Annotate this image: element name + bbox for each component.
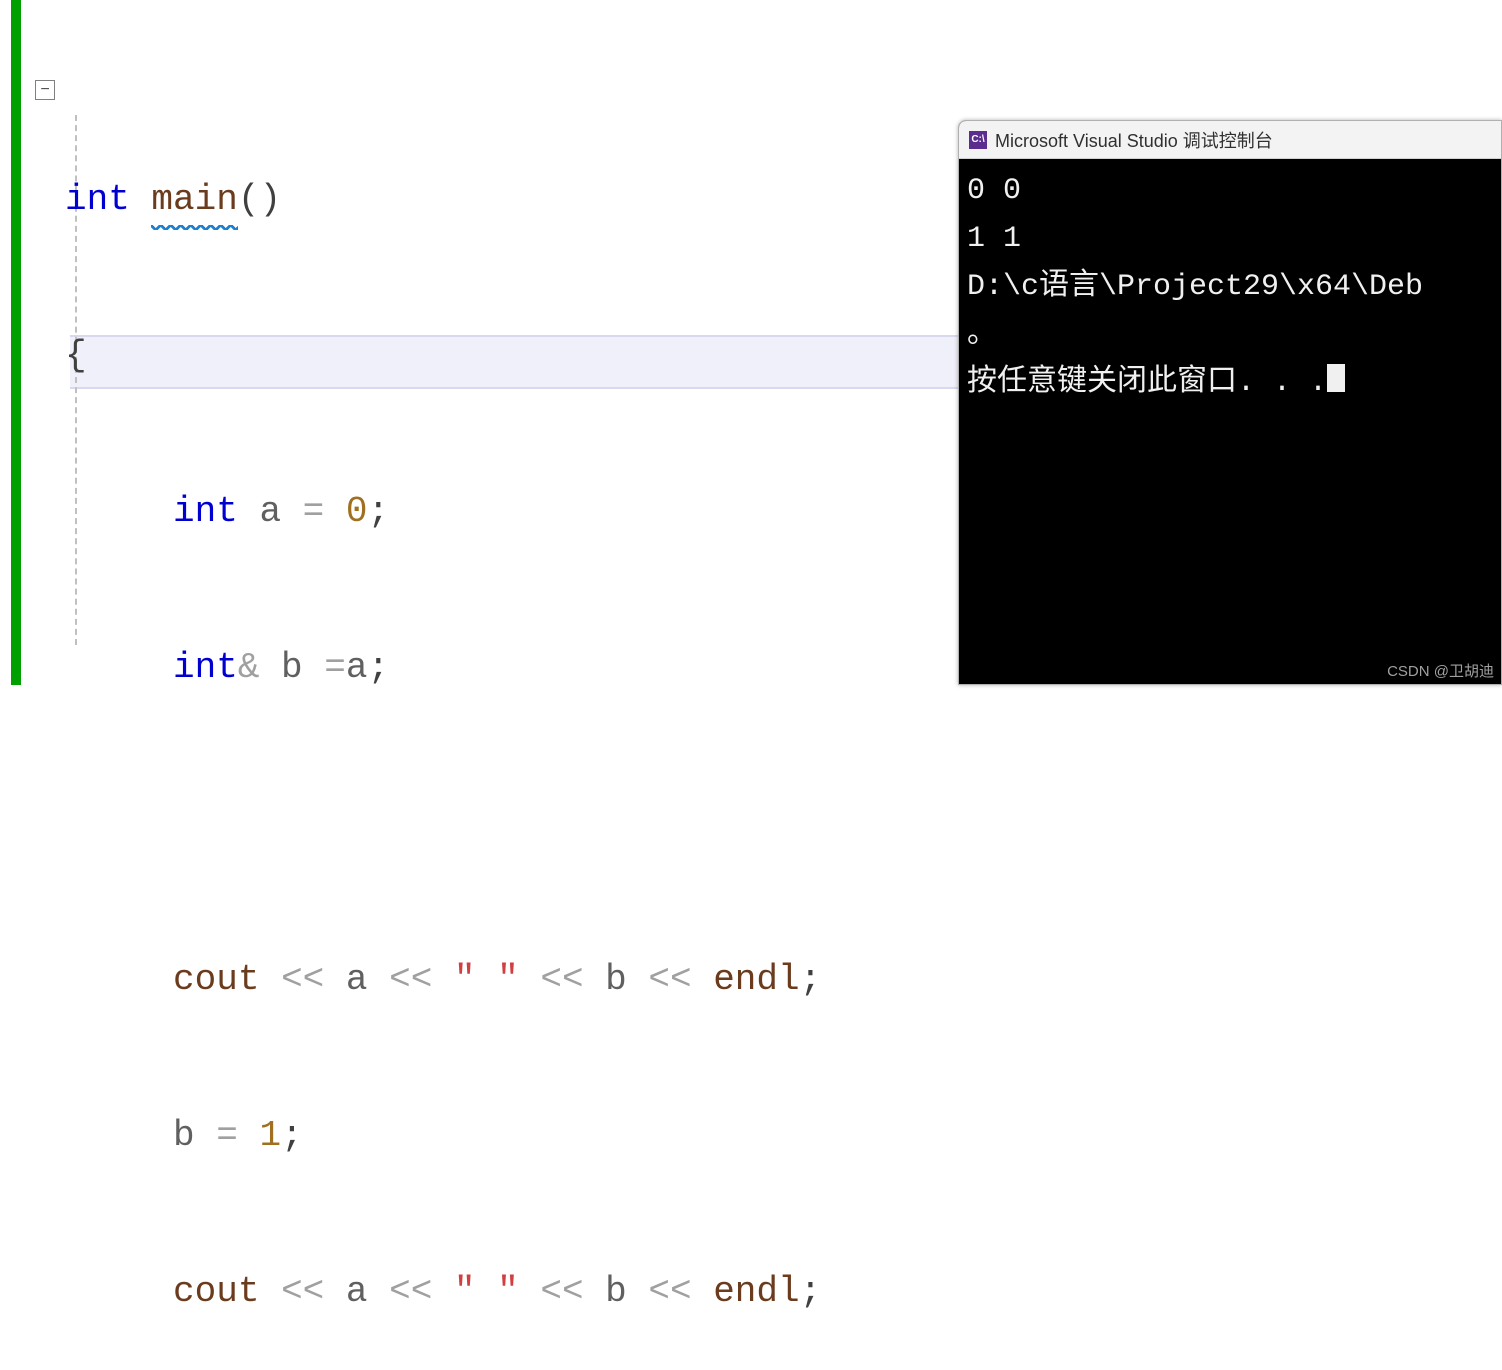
console-line: 。 — [967, 311, 1493, 359]
operator-shift: << — [281, 959, 324, 1000]
operator-shift: << — [540, 959, 583, 1000]
identifier: b — [173, 1115, 216, 1156]
console-titlebar[interactable]: C:\ Microsoft Visual Studio 调试控制台 — [959, 121, 1501, 159]
semicolon: ; — [800, 959, 822, 1000]
function-main: main — [151, 174, 237, 226]
string-literal: " " — [432, 1271, 540, 1312]
keyword-int: int — [173, 491, 238, 532]
keyword-int: int — [65, 179, 130, 220]
identifier: b — [584, 959, 649, 1000]
operator-shift: << — [281, 1271, 324, 1312]
operator-shift: << — [648, 959, 691, 1000]
brace-open: { — [65, 335, 87, 376]
operator-shift: << — [648, 1271, 691, 1312]
semicolon: ; — [800, 1271, 822, 1312]
identifier-endl: endl — [692, 1271, 800, 1312]
console-line: 按任意键关闭此窗口. . . — [967, 359, 1493, 407]
operator-eq: = — [303, 491, 325, 532]
identifier: b — [259, 647, 324, 688]
operator-amp: & — [238, 647, 260, 688]
parens: () — [238, 179, 281, 220]
identifier-endl: endl — [692, 959, 800, 1000]
code-line: int a = 0; — [65, 486, 821, 538]
number-literal: 1 — [238, 1115, 281, 1156]
operator-shift: << — [389, 1271, 432, 1312]
console-line: D:\c语言\Project29\x64\Deb — [967, 263, 1493, 311]
keyword-int: int — [173, 647, 238, 688]
code-line: { — [65, 330, 821, 382]
number-literal: 0 — [324, 491, 367, 532]
identifier: b — [584, 1271, 649, 1312]
code-line-empty — [65, 798, 821, 850]
operator-eq: = — [324, 647, 346, 688]
code-editor[interactable]: − int main() { int a = 0; int& b =a; cou… — [30, 0, 950, 685]
console-line: 1 1 — [967, 215, 1493, 263]
debug-console-window[interactable]: C:\ Microsoft Visual Studio 调试控制台 0 01 1… — [958, 120, 1502, 685]
string-literal: " " — [432, 959, 540, 1000]
console-output: 0 01 1D:\c语言\Project29\x64\Deb。按任意键关闭此窗口… — [959, 159, 1501, 415]
operator-eq: = — [216, 1115, 238, 1156]
identifier: a — [346, 647, 368, 688]
code-line: int main() — [65, 174, 821, 226]
code-line: int& b =a; — [65, 642, 821, 694]
console-title: Microsoft Visual Studio 调试控制台 — [995, 127, 1273, 153]
identifier: a — [324, 959, 389, 1000]
code-line: b = 1; — [65, 1110, 821, 1162]
operator-shift: << — [389, 959, 432, 1000]
identifier: a — [324, 1271, 389, 1312]
semicolon: ; — [367, 647, 389, 688]
change-gutter-bar — [11, 0, 21, 685]
cursor-icon — [1327, 364, 1345, 392]
console-prompt-text: 按任意键关闭此窗口. . . — [967, 366, 1327, 400]
vs-console-icon: C:\ — [969, 131, 987, 149]
watermark: CSDN @卫胡迪 — [1387, 660, 1494, 681]
semicolon: ; — [367, 491, 389, 532]
code-line: cout << a << " " << b << endl; — [65, 954, 821, 1006]
console-line: 0 0 — [967, 167, 1493, 215]
identifier-cout: cout — [173, 959, 281, 1000]
semicolon: ; — [281, 1115, 303, 1156]
code-block: int main() { int a = 0; int& b =a; cout … — [65, 70, 821, 1370]
identifier-cout: cout — [173, 1271, 281, 1312]
operator-shift: << — [540, 1271, 583, 1312]
identifier: a — [238, 491, 303, 532]
collapse-toggle-icon[interactable]: − — [35, 80, 55, 100]
code-line: cout << a << " " << b << endl; — [65, 1266, 821, 1318]
